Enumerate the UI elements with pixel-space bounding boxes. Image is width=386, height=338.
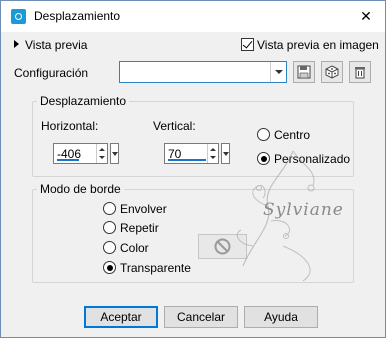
radio-icon	[103, 202, 116, 215]
cancel-button[interactable]: Cancelar	[164, 306, 238, 328]
color-radio[interactable]: Color	[103, 241, 149, 255]
radio-icon	[103, 221, 116, 234]
window-title: Desplazamiento	[34, 9, 121, 23]
config-label: Configuración	[14, 66, 89, 80]
value-underline	[168, 159, 206, 161]
save-icon	[297, 65, 311, 79]
vertical-slider-button[interactable]	[221, 143, 230, 164]
title-bar: Desplazamiento ✕	[1, 1, 385, 32]
vertical-label: Vertical:	[153, 119, 196, 133]
delete-preset-button[interactable]	[349, 61, 371, 83]
spin-arrows-icon[interactable]	[96, 144, 107, 163]
wrap-label: Envolver	[120, 202, 167, 216]
radio-icon	[257, 128, 270, 141]
vertical-spinbox[interactable]: 70	[164, 143, 219, 164]
repeat-radio[interactable]: Repetir	[103, 221, 159, 235]
color-swatch[interactable]	[198, 234, 247, 259]
repeat-label: Repetir	[120, 221, 159, 235]
preview-toggle[interactable]: Vista previa	[14, 38, 87, 52]
transparent-radio[interactable]: Transparente	[103, 261, 191, 275]
radio-icon	[103, 241, 116, 254]
ok-button[interactable]: Aceptar	[84, 306, 158, 328]
custom-label: Personalizado	[274, 152, 351, 166]
value-underline	[57, 159, 79, 161]
config-select[interactable]	[119, 61, 287, 83]
radio-selected-icon	[257, 152, 270, 165]
center-label: Centro	[274, 128, 311, 142]
save-preset-button[interactable]	[293, 61, 315, 83]
live-preview-label: Vista previa en imagen	[257, 38, 379, 52]
radio-selected-icon	[103, 261, 116, 274]
dice-icon	[325, 65, 339, 79]
help-button[interactable]: Ayuda	[244, 306, 318, 328]
expand-arrow-icon	[14, 40, 19, 48]
preview-toggle-label: Vista previa	[25, 38, 88, 52]
color-label: Color	[120, 241, 149, 255]
dialog-window: Desplazamiento ✕ Vista previa Vista prev…	[0, 0, 386, 338]
horizontal-spinbox[interactable]: -406	[53, 143, 108, 164]
border-mode-group-title: Modo de borde	[37, 182, 124, 196]
offset-group-title: Desplazamiento	[37, 94, 130, 108]
disabled-icon	[214, 238, 231, 255]
custom-radio[interactable]: Personalizado	[257, 152, 350, 166]
wrap-radio[interactable]: Envolver	[103, 202, 167, 216]
random-preset-button[interactable]	[321, 61, 343, 83]
trash-icon	[355, 67, 365, 79]
live-preview-checkbox[interactable]: Vista previa en imagen	[241, 38, 379, 52]
center-radio[interactable]: Centro	[257, 128, 310, 142]
chevron-down-icon[interactable]	[270, 62, 286, 82]
transparent-label: Transparente	[120, 261, 191, 275]
checkbox-check-icon	[241, 38, 254, 51]
app-icon	[11, 9, 26, 24]
horizontal-slider-button[interactable]	[110, 143, 119, 164]
watermark-text: Sylviane	[263, 200, 344, 220]
spin-arrows-icon[interactable]	[207, 144, 218, 163]
horizontal-label: Horizontal:	[41, 119, 99, 133]
close-button[interactable]: ✕	[355, 6, 377, 26]
